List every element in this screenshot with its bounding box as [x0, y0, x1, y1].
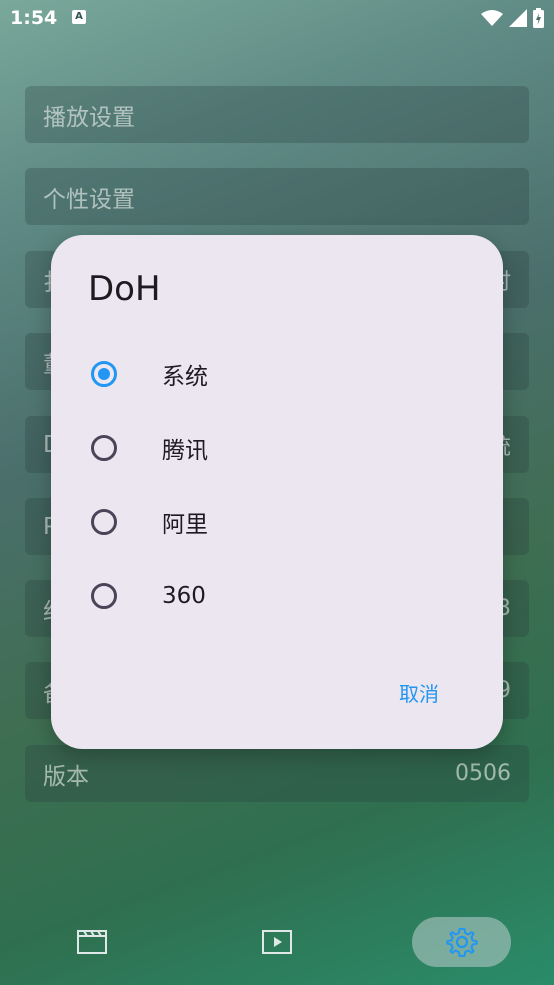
radio-button-selected[interactable]	[91, 361, 117, 387]
nav-item-player[interactable]	[251, 917, 303, 967]
option-tencent[interactable]: 腾讯	[51, 418, 503, 478]
bottom-nav	[0, 910, 554, 985]
doh-dialog: DoH 系统 腾讯 阿里 360 取消	[51, 235, 503, 749]
radio-button[interactable]	[91, 435, 117, 461]
dialog-title: DoH	[88, 269, 161, 309]
option-label: 系统	[162, 364, 208, 390]
option-label: 阿里	[162, 512, 208, 538]
cancel-button[interactable]: 取消	[399, 678, 439, 707]
option-label: 360	[162, 583, 206, 609]
option-label: 腾讯	[162, 438, 208, 464]
radio-button[interactable]	[91, 583, 117, 609]
play-icon	[262, 930, 292, 954]
option-360[interactable]: 360	[51, 566, 503, 626]
nav-item-home[interactable]	[66, 917, 118, 967]
option-aliyun[interactable]: 阿里	[51, 492, 503, 552]
film-icon	[77, 930, 107, 954]
nav-item-settings[interactable]	[412, 917, 511, 967]
radio-button[interactable]	[91, 509, 117, 535]
gear-icon	[445, 928, 478, 957]
option-system[interactable]: 系统	[51, 344, 503, 404]
